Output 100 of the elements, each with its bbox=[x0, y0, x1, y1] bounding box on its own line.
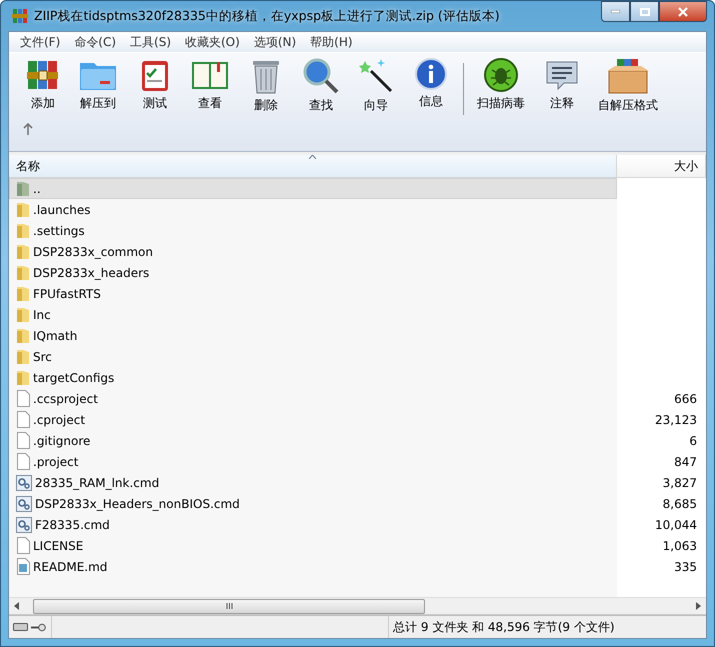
info-icon bbox=[414, 57, 448, 91]
folder-up-icon bbox=[16, 180, 30, 196]
file-name: Inc bbox=[33, 308, 51, 322]
folder-icon bbox=[16, 286, 30, 302]
folder-icon bbox=[16, 202, 30, 218]
maximize-icon bbox=[640, 8, 650, 16]
file-name: .project bbox=[33, 454, 78, 468]
file-name: F28335.cmd bbox=[35, 518, 110, 532]
file-row[interactable]: DSP2833x_common bbox=[9, 241, 617, 262]
file-row[interactable]: README.md bbox=[9, 556, 617, 577]
drive-icon bbox=[13, 623, 28, 631]
gear-file-icon bbox=[16, 496, 32, 512]
file-row[interactable]: LICENSE bbox=[9, 535, 617, 556]
gear-file-icon bbox=[16, 474, 32, 490]
file-name: LICENSE bbox=[33, 538, 84, 552]
menu-item[interactable]: 选项(N) bbox=[246, 34, 304, 50]
file-row[interactable]: FPUfastRTS bbox=[9, 283, 617, 304]
size-column-header[interactable]: 大小 bbox=[617, 155, 706, 177]
file-size: 335 bbox=[674, 560, 697, 574]
toolbar-button[interactable]: 信息 bbox=[403, 57, 459, 110]
grip-icon bbox=[226, 603, 232, 609]
toolbar-button[interactable]: 添加 bbox=[19, 57, 67, 112]
folder-icon bbox=[16, 348, 30, 364]
file-name: DSP2833x_headers bbox=[33, 266, 150, 280]
file-row[interactable]: .gitignore bbox=[9, 430, 617, 451]
status-summary: 总计 9 文件夹 和 48,596 字节(9 个文件) bbox=[388, 616, 706, 638]
file-icon bbox=[16, 390, 30, 407]
file-name: Src bbox=[33, 350, 52, 364]
menu-item[interactable]: 收藏夹(O) bbox=[178, 34, 247, 50]
minimize-icon bbox=[611, 10, 620, 13]
file-row[interactable]: .ccsproject bbox=[9, 388, 617, 409]
toolbar-button[interactable]: 删除 bbox=[239, 57, 293, 114]
scroll-thumb[interactable] bbox=[33, 598, 425, 614]
file-row[interactable]: DSP2833x_headers bbox=[9, 262, 617, 283]
magic-wand-icon bbox=[357, 57, 395, 95]
bug-icon bbox=[483, 57, 519, 93]
file-size: 6 bbox=[689, 434, 697, 448]
menu-item[interactable]: 文件(F) bbox=[13, 34, 68, 50]
menu-item[interactable]: 帮助(H) bbox=[303, 34, 360, 50]
file-row[interactable]: Src bbox=[9, 346, 617, 367]
file-name: DSP2833x_common bbox=[33, 244, 153, 258]
file-row[interactable]: IQmath bbox=[9, 325, 617, 346]
file-name: .cproject bbox=[33, 412, 86, 426]
file-name: .. bbox=[33, 182, 41, 196]
file-row[interactable]: F28335.cmd bbox=[9, 514, 617, 535]
toolbar-button[interactable]: 测试 bbox=[129, 57, 181, 112]
file-size: 8,685 bbox=[662, 496, 697, 510]
file-icon bbox=[16, 537, 30, 554]
scroll-left-icon bbox=[13, 602, 21, 610]
toolbar-button[interactable]: 注释 bbox=[534, 57, 590, 112]
toolbar-button[interactable]: 向导 bbox=[349, 57, 403, 114]
file-row[interactable]: DSP2833x_Headers_nonBIOS.cmd bbox=[9, 493, 617, 514]
folder-icon bbox=[16, 264, 30, 280]
toolbar-button[interactable]: 解压到 bbox=[67, 57, 129, 112]
minimize-button[interactable] bbox=[601, 1, 630, 22]
file-row[interactable]: .project bbox=[9, 451, 617, 472]
file-name: .settings bbox=[33, 224, 85, 238]
file-row[interactable]: targetConfigs bbox=[9, 367, 617, 388]
folder-icon bbox=[16, 328, 30, 344]
document-icon bbox=[16, 558, 30, 575]
window-title: ZIIP栈在tidsptms320f28335中的移植，在yxpsp板上进行了测试.zip (评估版本) bbox=[34, 8, 501, 24]
file-row[interactable]: 28335_RAM_lnk.cmd bbox=[9, 472, 617, 493]
scroll-right-icon bbox=[694, 602, 702, 610]
menu-item[interactable]: 工具(S) bbox=[123, 34, 178, 50]
file-icon bbox=[16, 411, 30, 428]
file-row[interactable]: .settings bbox=[9, 220, 617, 241]
file-size: 3,827 bbox=[662, 476, 697, 490]
toolbar-button[interactable]: 查找 bbox=[293, 57, 349, 114]
horizontal-scrollbar[interactable] bbox=[9, 597, 706, 614]
name-column-header[interactable]: 名称 bbox=[9, 155, 617, 177]
file-size: 666 bbox=[674, 392, 697, 406]
file-row[interactable]: .cproject bbox=[9, 409, 617, 430]
file-row[interactable]: .. bbox=[9, 178, 617, 199]
file-size: 1,063 bbox=[662, 538, 697, 552]
file-name: DSP2833x_Headers_nonBIOS.cmd bbox=[35, 496, 240, 510]
up-arrow-icon bbox=[23, 123, 33, 135]
file-name: .launches bbox=[33, 202, 91, 216]
file-name: .ccsproject bbox=[33, 392, 98, 406]
search-icon bbox=[302, 57, 340, 95]
file-name: FPUfastRTS bbox=[33, 286, 101, 300]
file-row[interactable]: Inc bbox=[9, 304, 617, 325]
toolbar-button[interactable]: 自解压格式 bbox=[590, 57, 666, 114]
file-icon bbox=[16, 432, 30, 449]
file-size: 847 bbox=[674, 454, 697, 468]
file-icon bbox=[16, 453, 30, 470]
close-button[interactable] bbox=[659, 1, 707, 22]
gear-file-icon bbox=[16, 516, 32, 532]
toolbar-button[interactable]: 扫描病毒 bbox=[468, 57, 534, 112]
key-icon bbox=[31, 622, 46, 632]
file-name: IQmath bbox=[33, 328, 78, 342]
file-size: 23,123 bbox=[655, 412, 697, 426]
file-name: .gitignore bbox=[33, 434, 90, 448]
maximize-button[interactable] bbox=[630, 1, 659, 22]
file-row[interactable]: .launches bbox=[9, 199, 617, 220]
app-icon bbox=[12, 8, 28, 24]
file-size: 10,044 bbox=[655, 518, 697, 532]
box-books-icon bbox=[605, 57, 651, 95]
toolbar-button[interactable]: 查看 bbox=[181, 57, 239, 112]
close-icon bbox=[678, 6, 688, 16]
menu-item[interactable]: 命令(C) bbox=[67, 34, 124, 50]
